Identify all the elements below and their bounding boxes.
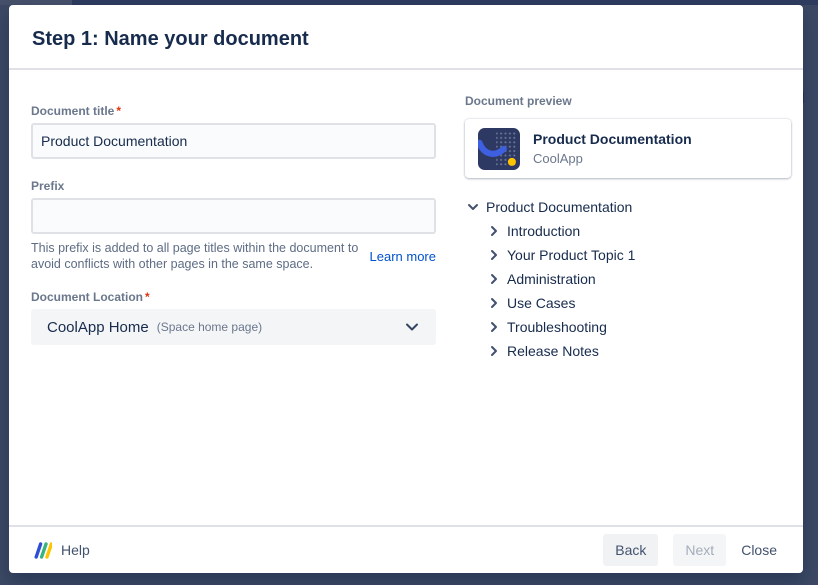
next-button[interactable]: Next <box>673 534 726 566</box>
required-asterisk: * <box>145 290 150 304</box>
help-label: Help <box>61 542 90 558</box>
tree-root-item[interactable]: Product Documentation <box>465 195 791 219</box>
learn-more-link[interactable]: Learn more <box>370 249 436 264</box>
preview-card-title: Product Documentation <box>533 131 692 148</box>
tree-item[interactable]: Your Product Topic 1 <box>465 243 791 267</box>
tree-item[interactable]: Introduction <box>465 219 791 243</box>
chevron-right-icon <box>486 343 502 359</box>
document-location-field-group: Document Location* CoolApp Home (Space h… <box>31 290 436 345</box>
document-title-label: Document title* <box>31 104 436 118</box>
chevron-right-icon <box>486 295 502 311</box>
dialog-body: Document title* Prefix This prefix is ad… <box>9 70 803 525</box>
preview-card-subtitle: CoolApp <box>533 151 692 166</box>
dialog-footer: Help Back Next Close <box>9 525 803 573</box>
prefix-label: Prefix <box>31 179 436 193</box>
required-asterisk: * <box>116 104 121 118</box>
document-location-value: CoolApp Home <box>47 319 149 336</box>
chevron-right-icon <box>486 271 502 287</box>
document-theme-icon <box>478 128 520 170</box>
preview-heading: Document preview <box>465 94 791 108</box>
help-button[interactable]: Help <box>33 542 90 559</box>
tree-item-label: Your Product Topic 1 <box>507 247 635 263</box>
chevron-down-icon <box>402 317 422 337</box>
back-button[interactable]: Back <box>603 534 658 566</box>
prefix-input[interactable] <box>31 198 436 234</box>
close-button[interactable]: Close <box>741 534 777 566</box>
tree-item[interactable]: Administration <box>465 267 791 291</box>
document-location-hint: (Space home page) <box>157 320 262 334</box>
document-title-field-group: Document title* <box>31 104 436 159</box>
footer-buttons: Back Next Close <box>603 534 777 566</box>
chevron-right-icon <box>486 223 502 239</box>
document-title-label-text: Document title <box>31 104 114 118</box>
preview-column: Document preview Product Documentation <box>465 70 803 525</box>
prefix-helper-text: This prefix is added to all page titles … <box>31 240 364 272</box>
chevron-right-icon <box>486 247 502 263</box>
document-title-input[interactable] <box>31 123 436 159</box>
name-document-dialog: Step 1: Name your document Document titl… <box>9 5 803 573</box>
document-location-label: Document Location* <box>31 290 436 304</box>
tree-item[interactable]: Use Cases <box>465 291 791 315</box>
form-column: Document title* Prefix This prefix is ad… <box>9 70 465 525</box>
tree-item-label: Introduction <box>507 223 580 239</box>
tree-item[interactable]: Troubleshooting <box>465 315 791 339</box>
tree-item[interactable]: Release Notes <box>465 339 791 363</box>
tree-item-label: Release Notes <box>507 343 599 359</box>
document-location-label-text: Document Location <box>31 290 143 304</box>
document-location-select[interactable]: CoolApp Home (Space home page) <box>31 309 436 345</box>
scroll-slashes-logo-icon <box>33 542 52 559</box>
chevron-right-icon <box>486 319 502 335</box>
dialog-header: Step 1: Name your document <box>9 5 803 70</box>
document-preview-card: Product Documentation CoolApp <box>465 119 791 178</box>
tree-item-label: Use Cases <box>507 295 575 311</box>
preview-page-tree: Product Documentation Introduction Your … <box>465 195 791 363</box>
chevron-down-icon <box>465 199 481 215</box>
prefix-helper-row: This prefix is added to all page titles … <box>31 240 436 272</box>
dialog-title: Step 1: Name your document <box>32 27 779 51</box>
tree-item-label: Administration <box>507 271 596 287</box>
tree-item-label: Troubleshooting <box>507 319 607 335</box>
prefix-field-group: Prefix This prefix is added to all page … <box>31 179 436 272</box>
tree-item-label: Product Documentation <box>486 199 632 215</box>
preview-card-text: Product Documentation CoolApp <box>533 131 692 166</box>
